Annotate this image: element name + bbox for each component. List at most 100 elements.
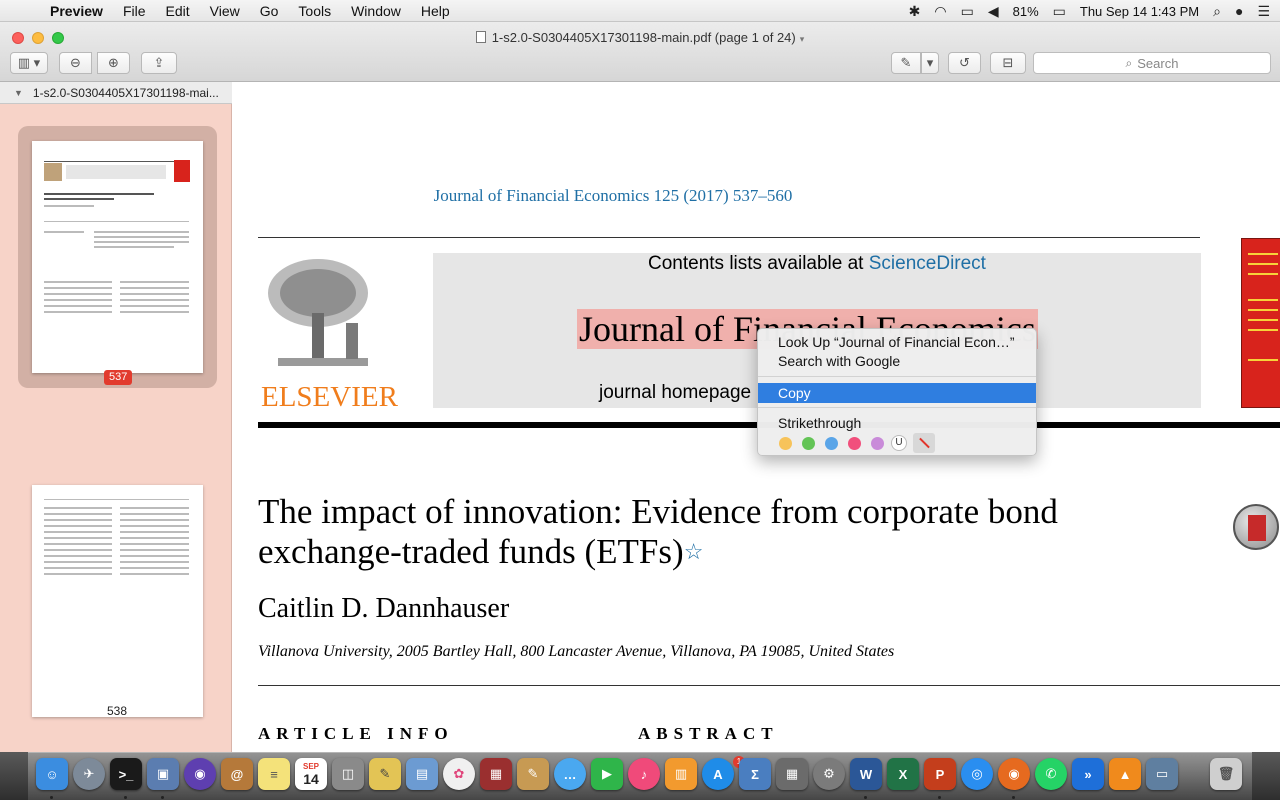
grapher-icon[interactable]: Σ [739,758,771,790]
whatsapp-icon[interactable]: ✆ [1035,758,1067,790]
menu-file[interactable]: File [113,3,156,19]
paintbrush-icon[interactable]: ✎ [517,758,549,790]
microsoft-word-icon[interactable]: W [850,758,882,790]
article-title[interactable]: The impact of innovation: Evidence from … [258,492,1158,572]
preview-app-icon[interactable]: ▣ [147,758,179,790]
itunes-icon[interactable]: ♪ [628,758,660,790]
photos-icon[interactable]: ✿ [443,758,475,790]
menu-item-search-google[interactable]: Search with Google [758,351,1036,371]
zoom-in-button[interactable]: ⊕ [97,52,130,74]
zoom-out-button[interactable]: ⊖ [59,52,92,74]
downloads-folder-icon[interactable]: ▭ [1146,758,1178,790]
pdf-document-icon [475,31,486,43]
menu-window[interactable]: Window [341,3,411,19]
menu-bar: Preview File Edit View Go Tools Window H… [0,0,1280,22]
vlc-icon[interactable]: ▲ [1109,758,1141,790]
zoom-in-icon: ⊕ [108,55,119,70]
underline-style-button[interactable]: U [891,435,907,451]
calculator-icon[interactable]: ▦ [776,758,808,790]
sidebar-toggle-button[interactable]: ▥ ▾ [10,52,48,74]
finder-icon[interactable]: ☺ [36,758,68,790]
highlight-green-swatch[interactable] [802,437,815,450]
toolbox-icon: ⊟ [1002,55,1014,70]
menu-item-copy[interactable]: Copy [758,383,1036,403]
thumbnail-sidebar: ▼ 1-s2.0-S0304405X17301198-mai... 537 53… [0,82,232,752]
fast-forward-app-icon[interactable]: » [1072,758,1104,790]
chevron-down-icon: ▾ [926,55,934,70]
contacts-icon[interactable]: @ [221,758,253,790]
elsevier-wordmark: ELSEVIER [261,381,398,413]
microsoft-powerpoint-icon[interactable]: P [924,758,956,790]
siri-dock-icon[interactable]: ◉ [184,758,216,790]
notification-center-icon[interactable]: ☰ [1257,3,1270,20]
strikethrough-style-button[interactable] [913,433,935,453]
page-thumbnail-1[interactable] [32,141,203,373]
article-author[interactable]: Caitlin D. Dannhauser [258,593,509,625]
menu-item-strikethrough[interactable]: Strikethrough [758,413,1036,433]
app-store-icon[interactable]: A [702,758,734,790]
wifi-icon[interactable]: ◠ [934,3,946,20]
ibooks-icon[interactable]: ▥ [665,758,697,790]
messages-icon[interactable]: … [554,758,586,790]
menu-tools[interactable]: Tools [288,3,341,19]
terminal-icon[interactable]: >_ [110,758,142,790]
markup-pen-dropdown[interactable]: ▾ [921,52,939,74]
microsoft-excel-icon[interactable]: X [887,758,919,790]
photo-booth-icon[interactable]: ▦ [480,758,512,790]
journal-citation[interactable]: Journal of Financial Economics 125 (2017… [233,186,993,206]
search-input[interactable]: ⌕ Search [1033,52,1271,74]
context-menu: Look Up “Journal of Financial Econ…” Sea… [757,328,1037,456]
facetime-icon[interactable]: ▶ [591,758,623,790]
stickies-icon[interactable]: ✎ [369,758,401,790]
title-footnote-star-icon[interactable]: ☆ [684,539,704,564]
window-title: 1-s2.0-S0304405X17301198-main.pdf (page … [491,30,796,45]
clock[interactable]: Thu Sep 14 1:43 PM [1080,4,1199,19]
journal-cover-image [1241,238,1280,408]
contents-line: Contents lists available at ScienceDirec… [433,253,1201,275]
image-capture-icon[interactable]: ▤ [406,758,438,790]
markup-toolbox-button[interactable]: ⊟ [990,52,1026,74]
share-button[interactable]: ⇪ [141,52,177,74]
rotate-button[interactable]: ↺ [948,52,981,74]
crossmark-icon[interactable] [1233,504,1279,550]
highlight-blue-swatch[interactable] [825,437,838,450]
volume-icon[interactable]: ◀ [988,3,999,20]
journal-homepage-label[interactable]: journal homepage [599,382,751,404]
menu-go[interactable]: Go [250,3,289,19]
sciencedirect-link[interactable]: ScienceDirect [869,253,986,274]
menu-view[interactable]: View [200,3,250,19]
firefox-icon[interactable]: ◉ [998,758,1030,790]
top-divider [258,237,1200,238]
battery-percent[interactable]: 81% [1013,4,1039,19]
spotlight-icon[interactable]: ⌕ [1213,3,1221,20]
system-preferences-icon[interactable]: ⚙ [813,758,845,790]
siri-icon[interactable]: ● [1235,3,1243,19]
calendar-icon[interactable]: SEP 14 [295,758,327,790]
notes-icon[interactable]: ≡ [258,758,290,790]
window-title-area[interactable]: 1-s2.0-S0304405X17301198-main.pdf (page … [0,30,1280,45]
menu-edit[interactable]: Edit [156,3,200,19]
menu-app-name[interactable]: Preview [40,3,113,19]
chevron-down-icon[interactable]: ▾ [800,34,805,44]
highlight-yellow-swatch[interactable] [779,437,792,450]
photo-browser-icon[interactable]: ◫ [332,758,364,790]
calendar-month: SEP [302,761,319,771]
author-affiliation[interactable]: Villanova University, 2005 Bartley Hall,… [258,643,894,661]
menu-help[interactable]: Help [411,3,460,19]
menu-item-look-up[interactable]: Look Up “Journal of Financial Econ…” [758,332,1036,352]
disclosure-triangle-icon[interactable]: ▼ [14,88,23,98]
highlight-pink-swatch[interactable] [848,437,861,450]
launchpad-icon[interactable]: ✈ [73,758,105,790]
markup-pen-button[interactable]: ✎ [891,52,921,74]
running-indicator [1012,796,1015,799]
safari-icon[interactable]: ◎ [961,758,993,790]
abstract-heading: ABSTRACT [638,724,779,743]
airplay-icon[interactable]: ▭ [961,3,974,20]
battery-icon[interactable]: ▭ [1053,3,1066,20]
trash-icon[interactable]: 🗑 [1210,758,1242,790]
bluetooth-icon[interactable]: ✱ [909,3,921,20]
page-thumbnail-2[interactable] [32,485,203,717]
strikethrough-icon [919,437,930,449]
sidebar-document-header[interactable]: ▼ 1-s2.0-S0304405X17301198-mai... [0,82,232,104]
highlight-purple-swatch[interactable] [871,437,884,450]
